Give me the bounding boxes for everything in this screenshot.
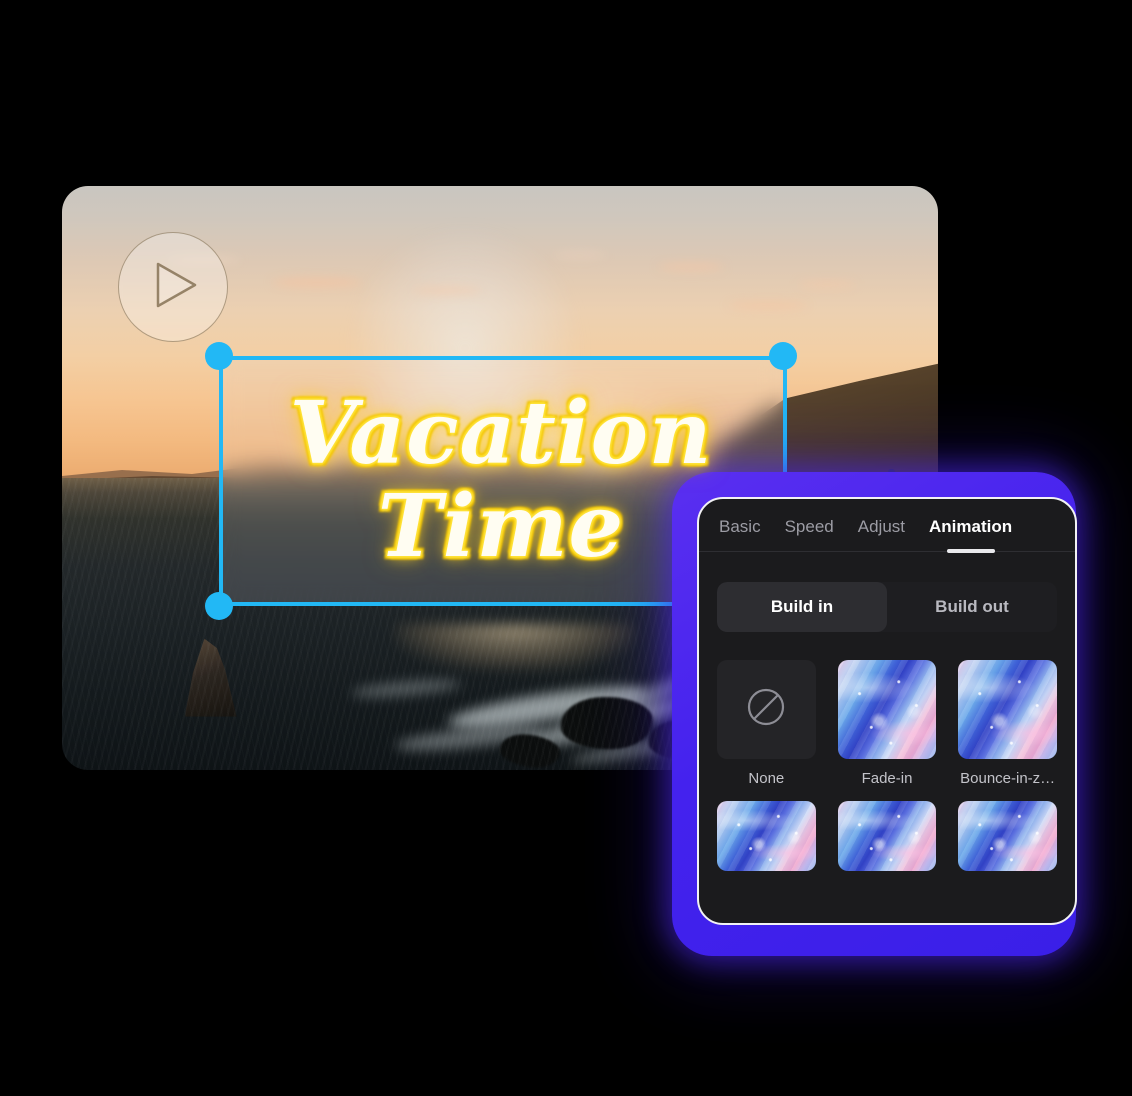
cloud	[797, 281, 856, 289]
wave-foam	[350, 677, 462, 701]
preset-item-fade-in[interactable]: Fade-in	[837, 660, 937, 787]
preset-item[interactable]	[837, 800, 937, 871]
preset-thumbnail	[837, 800, 937, 871]
preset-label: Bounce-in-z…	[960, 769, 1056, 787]
preset-thumbnail-fade-in	[837, 660, 937, 759]
segment-build-out[interactable]: Build out	[887, 582, 1057, 632]
tab-adjust[interactable]: Adjust	[856, 513, 907, 551]
preset-item[interactable]	[958, 800, 1057, 871]
animation-panel[interactable]: Basic Speed Adjust Animation Build in Bu…	[697, 497, 1077, 925]
preset-thumbnail-bounce-in-zoom	[958, 660, 1057, 759]
tab-animation[interactable]: Animation	[927, 513, 1014, 551]
tabbar-divider	[699, 551, 1075, 552]
preset-item-bounce-in-zoom[interactable]: Bounce-in-z…	[958, 660, 1057, 787]
preset-thumbnail	[717, 800, 816, 871]
preset-item-none[interactable]: None	[717, 660, 816, 787]
wave-foam	[446, 678, 649, 736]
preset-thumbnail-none	[717, 660, 816, 759]
animation-preset-grid-row2	[699, 787, 1075, 871]
cloud	[657, 263, 724, 272]
preset-label: Fade-in	[861, 769, 913, 787]
tab-speed[interactable]: Speed	[783, 513, 836, 551]
preset-thumbnail	[958, 800, 1057, 871]
shore-rock	[561, 697, 654, 749]
preset-label: None	[748, 769, 785, 787]
animation-preset-grid-row1: None Fade-in Bounce-in-z…	[699, 632, 1075, 787]
play-icon	[147, 260, 199, 315]
build-mode-segmented-control[interactable]: Build in Build out	[717, 582, 1057, 632]
sun-reflection	[394, 624, 635, 670]
sea-stack-rock	[184, 638, 237, 717]
cloud	[727, 302, 808, 310]
wave-foam	[394, 721, 546, 755]
no-entry-icon	[745, 686, 787, 733]
tab-basic[interactable]: Basic	[717, 513, 763, 551]
play-button[interactable]	[118, 232, 228, 342]
resize-handle-top-left[interactable]	[205, 342, 233, 370]
segment-build-in[interactable]: Build in	[717, 582, 887, 632]
panel-tabbar: Basic Speed Adjust Animation	[699, 499, 1075, 551]
preset-item[interactable]	[717, 800, 816, 871]
resize-handle-top-right[interactable]	[769, 342, 797, 370]
shore-rock	[498, 730, 562, 770]
wave-foam	[517, 690, 698, 756]
cloud	[272, 278, 363, 288]
cloud	[552, 251, 607, 258]
resize-handle-bottom-left[interactable]	[205, 592, 233, 620]
